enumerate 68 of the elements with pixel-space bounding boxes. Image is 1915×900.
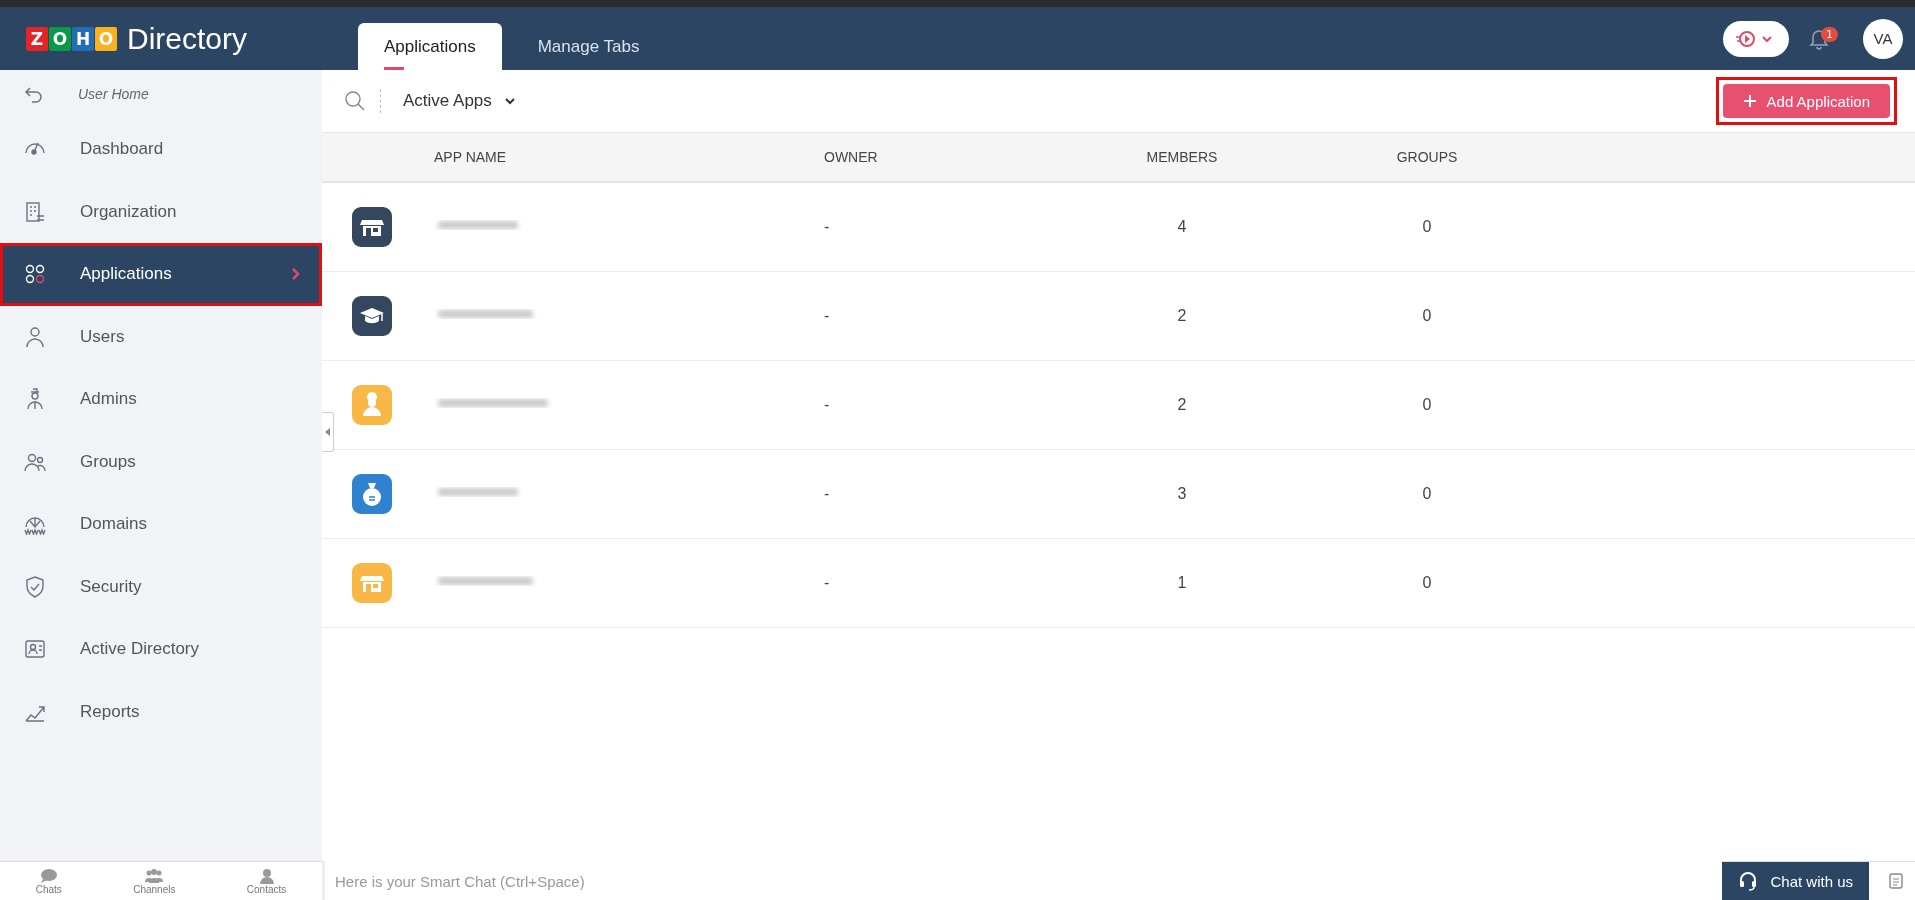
user-icon: [24, 325, 46, 348]
sidebar-item[interactable]: Organization: [0, 180, 322, 243]
owner-cell-text: -: [824, 307, 831, 325]
people-icon: [144, 867, 165, 884]
search-icon[interactable]: [344, 90, 366, 112]
groups-cell: 0: [1422, 574, 1432, 592]
user-avatar[interactable]: VA: [1863, 18, 1903, 59]
card-icon: [24, 638, 46, 661]
chat-with-us-button[interactable]: Chat with us: [1722, 862, 1869, 900]
column-header: GROUPS: [1396, 149, 1458, 165]
sidebar-item[interactable]: Security: [0, 555, 322, 618]
notification-count: 1: [1821, 26, 1838, 42]
plus-icon: [1742, 94, 1757, 108]
sidebar-item[interactable]: Users: [0, 305, 322, 368]
filter-dropdown[interactable]: Active Apps: [403, 91, 516, 111]
column-header: OWNER: [824, 149, 879, 165]
sidebar-item[interactable]: Dashboard: [0, 118, 322, 181]
groups-cell: 0: [1422, 218, 1432, 236]
bottom-shortcut[interactable]: Channels: [133, 867, 176, 895]
building-icon: [24, 200, 46, 223]
bell-icon[interactable]: [1809, 27, 1829, 50]
members-cell: 2: [1177, 307, 1187, 325]
headset-icon: [1738, 871, 1759, 891]
collapse-handle[interactable]: [322, 412, 334, 452]
column-header: MEMBERS: [1146, 149, 1218, 165]
sidebar-item[interactable]: Domains: [0, 493, 322, 556]
sidebar-item[interactable]: Groups: [0, 430, 322, 493]
sidebar-item[interactable]: Applications: [0, 243, 322, 306]
smart-chat-field[interactable]: Here is your Smart Chat (Ctrl+Space): [322, 861, 1723, 900]
product-name: Directory: [127, 21, 247, 56]
logo-letter: H: [72, 26, 94, 51]
members-cell: 1: [1177, 574, 1187, 592]
owner-cell-text: -: [824, 396, 831, 414]
header-tab[interactable]: Manage Tabs: [511, 23, 666, 70]
sidebar-item[interactable]: Reports: [0, 680, 322, 743]
logo-letter: O: [49, 26, 71, 51]
chevron-down-icon: [503, 97, 516, 105]
logo-letter: O: [95, 26, 117, 51]
members-cell: 3: [1177, 485, 1187, 503]
apps-grid-icon: [24, 263, 46, 286]
meeting-dropdown-button[interactable]: [1723, 20, 1789, 57]
owner-cell-text: -: [824, 485, 831, 503]
groups-cell: 0: [1422, 396, 1432, 414]
owner-cell-text: -: [824, 574, 831, 592]
sidebar-item[interactable]: Active Directory: [0, 618, 322, 681]
shield-icon: [24, 575, 46, 598]
bottom-shortcut[interactable]: Chats: [35, 867, 62, 895]
back-arrow-icon: [24, 85, 44, 103]
shortcut-label: Contacts: [246, 883, 287, 895]
add-application-button[interactable]: Add Application: [1722, 84, 1890, 118]
user-home-link[interactable]: User Home: [78, 86, 149, 102]
bottom-shortcut[interactable]: Contacts: [246, 867, 287, 895]
shortcut-label: Chats: [35, 883, 62, 895]
owner-cell-text: -: [824, 218, 831, 236]
groups-cell: 0: [1422, 307, 1432, 325]
admin-icon: [24, 388, 46, 411]
logo-letter: Z: [26, 26, 48, 51]
sidebar-item[interactable]: Admins: [0, 368, 322, 431]
members-cell: 2: [1177, 396, 1187, 414]
notes-icon[interactable]: [1887, 872, 1905, 890]
shortcut-label: Channels: [133, 883, 176, 895]
caret-left-icon: [324, 428, 331, 436]
speech-bubble-icon: [38, 867, 59, 884]
members-cell: 4: [1177, 218, 1187, 236]
chevron-right-icon: [291, 267, 300, 282]
column-header: APP NAME: [434, 149, 508, 165]
header-tab[interactable]: Applications: [358, 23, 502, 70]
groups-cell: 0: [1422, 485, 1432, 503]
